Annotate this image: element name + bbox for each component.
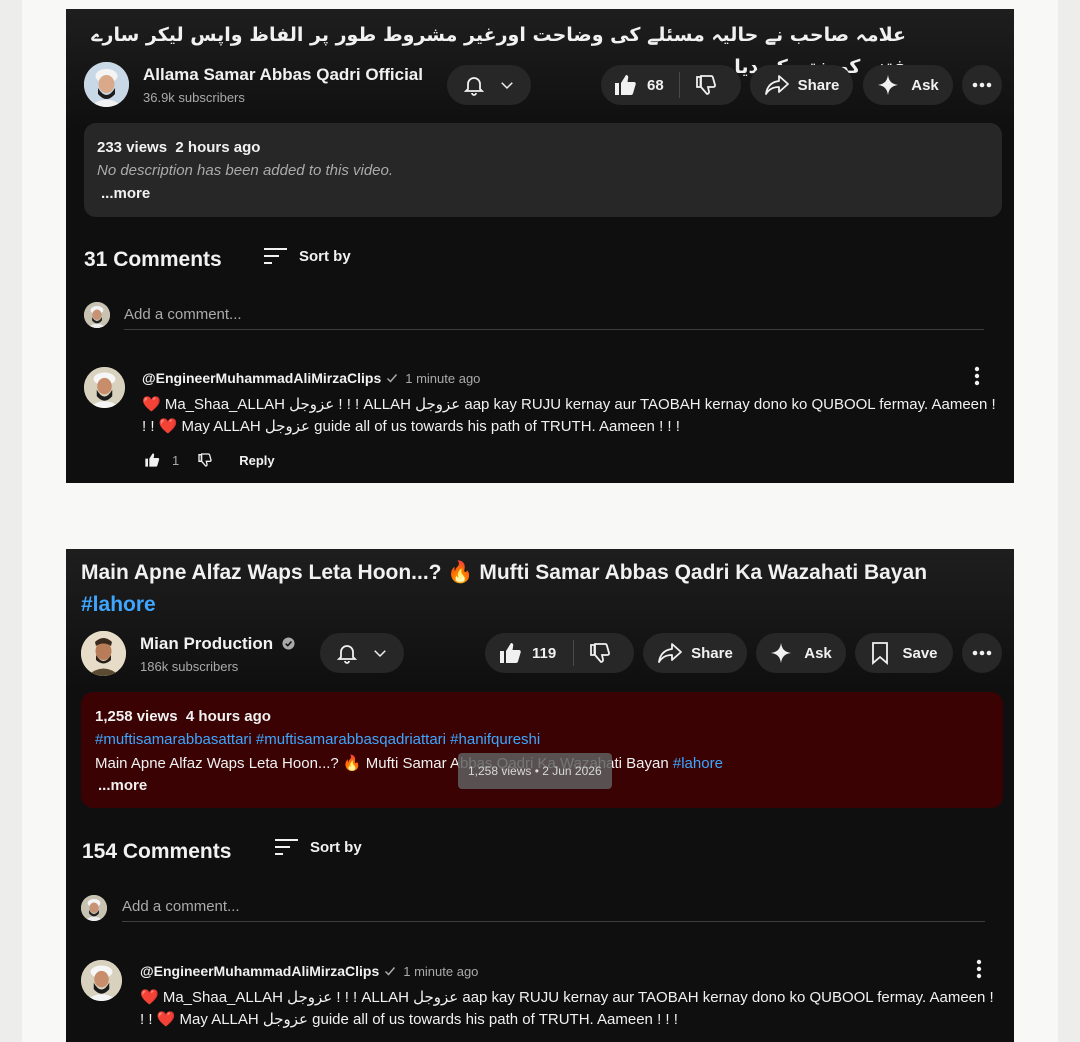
ask-button[interactable]: Ask: [863, 65, 953, 105]
description-box[interactable]: 233 views 2 hours ago No description has…: [84, 123, 1002, 217]
comment-menu-button[interactable]: [973, 366, 981, 391]
comment-time[interactable]: 1 minute ago: [405, 371, 480, 386]
commenter-avatar[interactable]: [81, 960, 122, 1001]
show-more-link[interactable]: ...more: [98, 777, 147, 794]
dislike-button[interactable]: [588, 641, 612, 665]
verified-badge-icon: [282, 637, 295, 650]
notification-bell-button[interactable]: [447, 65, 531, 105]
video-card-2: Main Apne Alfaz Waps Leta Hoon...? 🔥 Muf…: [66, 549, 1014, 1042]
chevron-down-icon: [374, 650, 386, 658]
more-horizontal-icon: [972, 82, 992, 88]
user-avatar: [84, 302, 110, 328]
sparkle-icon: [878, 74, 899, 96]
more-vertical-icon: [974, 366, 980, 386]
more-actions-button[interactable]: [962, 633, 1002, 673]
share-icon: [764, 75, 789, 95]
sort-icon: [275, 839, 298, 855]
description-text: No description has been added to this vi…: [97, 162, 394, 179]
subscriber-count: 186k subscribers: [140, 659, 239, 674]
subscriber-count: 36.9k subscribers: [143, 90, 245, 105]
thumbs-down-icon: [590, 643, 611, 663]
comment-like-icon[interactable]: [144, 452, 160, 468]
show-more-link[interactable]: ...more: [101, 185, 150, 202]
more-horizontal-icon: [972, 650, 992, 656]
sort-by-button[interactable]: Sort by: [274, 837, 362, 857]
channel-avatar[interactable]: [81, 631, 126, 676]
channel-name[interactable]: Allama Samar Abbas Qadri Official: [143, 65, 423, 85]
comment-text: ❤️ Ma_Shaa_ALLAH عزوجل ! ! ! ALLAH عزوجل…: [140, 989, 994, 1028]
share-button[interactable]: Share: [643, 633, 747, 673]
comment-time[interactable]: 1 minute ago: [403, 964, 478, 979]
description-box[interactable]: 1,258 views 4 hours ago #muftisamarabbas…: [81, 692, 1003, 808]
save-button[interactable]: Save: [855, 633, 953, 673]
thumbs-up-icon: [615, 75, 636, 95]
sparkle-icon: [771, 642, 792, 664]
like-button[interactable]: 119: [498, 641, 556, 665]
thumbs-down-icon: [695, 75, 716, 95]
more-vertical-icon: [976, 959, 982, 979]
add-comment-input[interactable]: Add a comment...: [122, 898, 240, 915]
chevron-down-icon: [501, 82, 513, 90]
description-text: Main Apne Alfaz Waps Leta Hoon...? 🔥 Muf…: [95, 755, 723, 772]
comment-dislike-icon[interactable]: [197, 452, 213, 468]
title-hashtag-link[interactable]: #lahore: [81, 593, 156, 616]
description-meta: 1,258 views 4 hours ago: [95, 708, 271, 725]
channel-avatar[interactable]: [84, 62, 129, 107]
comment-author[interactable]: @EngineerMuhammadAliMirzaClips 1 minute …: [140, 963, 478, 979]
notification-bell-button[interactable]: [320, 633, 404, 673]
sort-by-button[interactable]: Sort by: [263, 246, 351, 266]
commenter-avatar[interactable]: [84, 367, 125, 408]
bookmark-icon: [872, 642, 889, 665]
comment-author[interactable]: @EngineerMuhammadAliMirzaClips 1 minute …: [142, 370, 480, 386]
description-hashtags[interactable]: #muftisamarabbasattari #muftisamarabbasq…: [95, 731, 540, 748]
comment-menu-button[interactable]: [975, 959, 983, 984]
like-dislike-group: 68: [601, 65, 741, 105]
like-button[interactable]: 68: [613, 73, 664, 97]
video-title: Main Apne Alfaz Waps Leta Hoon...? 🔥 Muf…: [81, 561, 928, 616]
comment-actions: 1 Reply: [144, 452, 275, 468]
add-comment-input[interactable]: Add a comment...: [124, 306, 242, 323]
description-meta: 233 views 2 hours ago: [97, 139, 261, 156]
reply-button[interactable]: Reply: [239, 453, 274, 468]
share-icon: [658, 643, 683, 663]
video-card-1: علامہ صاحب نے حالیہ مسئلے کی وضاحت اورغی…: [66, 9, 1014, 483]
comment-text: ❤️ Ma_Shaa_ALLAH عزوجل ! ! ! ALLAH عزوجل…: [142, 396, 996, 435]
ask-button[interactable]: Ask: [756, 633, 846, 673]
sort-icon: [264, 248, 287, 264]
tooltip: 1,258 views • 2 Jun 2026: [458, 753, 612, 789]
check-icon: [385, 967, 396, 976]
dislike-button[interactable]: [694, 73, 718, 97]
check-icon: [387, 374, 398, 383]
bell-icon: [463, 77, 485, 96]
channel-name[interactable]: Mian Production: [140, 634, 295, 654]
comments-count: 154 Comments: [82, 840, 232, 863]
like-count: 119: [532, 644, 557, 662]
thumbs-up-icon: [500, 643, 521, 663]
more-actions-button[interactable]: [962, 65, 1002, 105]
description-hashtag-link[interactable]: #lahore: [673, 755, 723, 772]
like-count: 68: [647, 76, 664, 94]
comment-like-count: 1: [172, 452, 180, 468]
share-button[interactable]: Share: [750, 65, 853, 105]
comments-count: 31 Comments: [84, 248, 222, 271]
like-dislike-group: 119: [485, 633, 634, 673]
bell-icon: [336, 645, 358, 664]
user-avatar: [81, 895, 107, 921]
